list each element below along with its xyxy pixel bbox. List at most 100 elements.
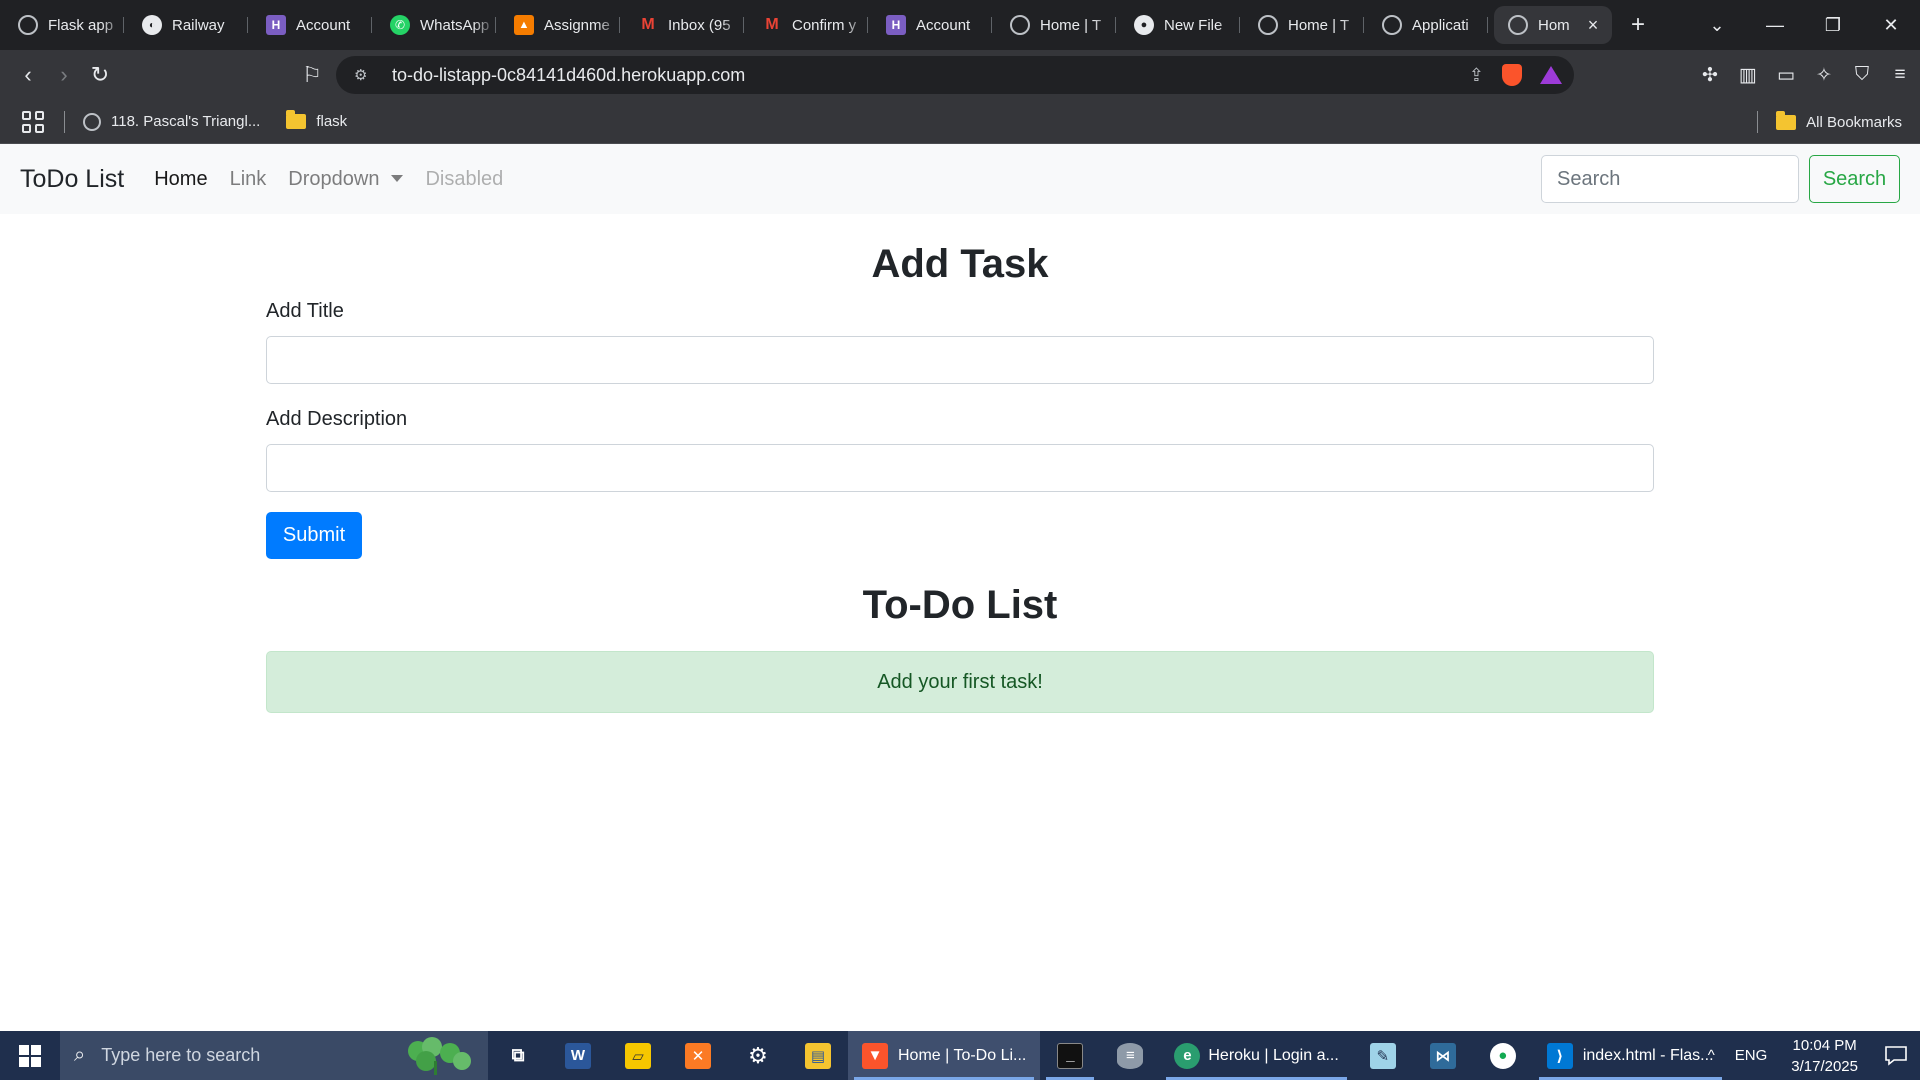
add-task-heading: Add Task bbox=[871, 242, 1049, 286]
sidebar-icon[interactable]: ▥ bbox=[1736, 57, 1760, 93]
mongodb-compass-icon[interactable]: ● bbox=[1473, 1031, 1533, 1080]
share-icon[interactable]: ⇪ bbox=[1469, 65, 1484, 86]
nav-dropdown[interactable]: Dropdown bbox=[288, 167, 404, 191]
browser-tab[interactable]: H Account bbox=[248, 6, 372, 44]
browser-tab[interactable]: Flask app bbox=[0, 6, 124, 44]
reload-icon[interactable]: ↻ bbox=[82, 57, 118, 93]
menu-icon[interactable]: ≡ bbox=[1888, 57, 1912, 93]
url-text: to-do-listapp-0c84141d460d.herokuapp.com bbox=[392, 64, 746, 85]
address-bar-actions: ⇪ bbox=[1469, 56, 1562, 94]
browser-tab-active[interactable]: Hom × bbox=[1494, 6, 1612, 44]
clock-date: 3/17/2025 bbox=[1791, 1057, 1858, 1075]
terminal-icon[interactable]: _ bbox=[1040, 1031, 1100, 1080]
browser-tab[interactable]: ◐ Railway bbox=[124, 6, 248, 44]
browser-tab[interactable]: M Confirm y bbox=[744, 6, 868, 44]
notification-icon[interactable] bbox=[1872, 1045, 1920, 1066]
tab-title: Confirm y bbox=[792, 16, 857, 34]
language-indicator[interactable]: ENG bbox=[1725, 1047, 1778, 1064]
browser-tab[interactable]: Applicati bbox=[1364, 6, 1488, 44]
tab-search-chevron-icon[interactable]: ⌄ bbox=[1688, 0, 1746, 50]
description-input[interactable] bbox=[266, 444, 1654, 492]
title-input[interactable] bbox=[266, 336, 1654, 384]
windows-start-icon[interactable] bbox=[0, 1031, 60, 1080]
word-icon[interactable]: W bbox=[548, 1031, 608, 1080]
submit-button[interactable]: Submit bbox=[266, 512, 362, 559]
gmail-icon: M bbox=[765, 16, 779, 33]
all-bookmarks[interactable]: All Bookmarks bbox=[1747, 100, 1902, 144]
tab-title: New File bbox=[1164, 16, 1223, 34]
tab-title: Flask app bbox=[48, 16, 114, 34]
browser-tab[interactable]: H Account bbox=[868, 6, 992, 44]
empty-list-message: Add your first task! bbox=[877, 670, 1043, 693]
edge-dev-icon: e bbox=[1174, 1042, 1201, 1069]
nav-home-link[interactable]: Home bbox=[154, 168, 207, 191]
browser-tab[interactable]: Home | T bbox=[992, 6, 1116, 44]
tab-title: Inbox (95 bbox=[668, 16, 731, 34]
wallet-icon[interactable]: ▭ bbox=[1774, 57, 1798, 93]
brave-rewards-icon[interactable] bbox=[1540, 66, 1562, 84]
site-settings-icon[interactable]: ⚙ bbox=[354, 66, 372, 84]
brave-icon: ▼ bbox=[862, 1042, 888, 1069]
nav-link[interactable]: Link bbox=[230, 168, 267, 191]
mysql-workbench-icon[interactable]: ⋈ bbox=[1413, 1031, 1473, 1080]
taskbar-item-brave[interactable]: ▼ Home | To-Do Li... bbox=[848, 1031, 1041, 1080]
task-view-icon[interactable]: ⧉ bbox=[488, 1031, 548, 1080]
gmail-icon: M bbox=[641, 16, 655, 33]
database-icon[interactable]: ≡ bbox=[1100, 1031, 1160, 1080]
taskbar-search-box[interactable]: ⌕ Type here to search bbox=[60, 1031, 488, 1080]
close-tab-icon[interactable]: × bbox=[1584, 16, 1602, 34]
brave-shields-icon[interactable] bbox=[1502, 64, 1522, 86]
vscode-icon: ⟩ bbox=[1546, 1042, 1573, 1069]
tab-title: Applicati bbox=[1412, 16, 1469, 34]
tab-title: Home | T bbox=[1288, 16, 1350, 34]
github-icon: ● bbox=[1134, 15, 1154, 35]
sticky-notes-icon[interactable]: ▱ bbox=[608, 1031, 668, 1080]
bookmark-folder-flask[interactable]: flask bbox=[286, 110, 347, 130]
taskbar-item-label: index.html - Flas... bbox=[1582, 1046, 1714, 1064]
navbar-search-input[interactable] bbox=[1541, 155, 1799, 203]
assignment-icon: ▲ bbox=[514, 15, 534, 35]
globe-icon bbox=[83, 112, 101, 131]
file-explorer-icon[interactable]: ▤ bbox=[788, 1031, 848, 1080]
taskbar-item-edge-dev[interactable]: e Heroku | Login a... bbox=[1160, 1031, 1352, 1080]
whatsapp-icon: ✆ bbox=[390, 15, 410, 35]
browser-tab[interactable]: ▲ Assignme bbox=[496, 6, 620, 44]
forward-icon[interactable]: › bbox=[46, 57, 82, 93]
bookmark-page-icon[interactable]: ⚐ bbox=[294, 57, 330, 93]
description-label: Add Description bbox=[266, 408, 408, 430]
tray-chevron-up-icon[interactable]: ^ bbox=[1698, 1047, 1725, 1064]
extension-toolbar: ✣ ▥ ▭ ✧ ⛉ ≡ bbox=[1698, 57, 1912, 93]
close-window-icon[interactable]: ✕ bbox=[1862, 0, 1920, 50]
nav-dropdown-label: Dropdown bbox=[288, 167, 380, 190]
heroku-icon: H bbox=[266, 15, 286, 35]
notepad-icon[interactable]: ✎ bbox=[1353, 1031, 1413, 1080]
restore-icon[interactable]: ❐ bbox=[1804, 0, 1862, 50]
apps-grid-icon[interactable] bbox=[22, 110, 44, 133]
navbar-brand[interactable]: ToDo List bbox=[20, 165, 124, 194]
back-icon[interactable]: ‹ bbox=[10, 57, 46, 93]
new-tab-button[interactable]: + bbox=[1618, 6, 1658, 44]
tab-title: Hom bbox=[1538, 16, 1570, 34]
bookmark-separator bbox=[64, 110, 65, 133]
browser-tab[interactable]: Home | T bbox=[1240, 6, 1364, 44]
vpn-shield-icon[interactable]: ⛉ bbox=[1850, 57, 1874, 93]
bookmark-pascals-triangle[interactable]: 118. Pascal's Triangl... bbox=[83, 112, 260, 131]
minimize-icon[interactable]: — bbox=[1746, 0, 1804, 50]
clock[interactable]: 10:04 PM 3/17/2025 bbox=[1777, 1035, 1872, 1077]
nav-disabled-link: Disabled bbox=[425, 167, 504, 190]
xampp-icon[interactable]: ✕ bbox=[668, 1031, 728, 1080]
browser-tab[interactable]: ✆ WhatsApp bbox=[372, 6, 496, 44]
address-bar[interactable]: ⚙ to-do-listapp-0c84141d460d.herokuapp.c… bbox=[336, 56, 1574, 94]
folder-icon bbox=[286, 110, 307, 129]
todo-list-heading: To-Do List bbox=[862, 583, 1058, 627]
web-page: ToDo List Home Link Dropdown Disabled Se… bbox=[0, 144, 1920, 1031]
search-icon: ⌕ bbox=[74, 1044, 86, 1066]
extensions-puzzle-icon[interactable]: ✣ bbox=[1698, 57, 1722, 93]
globe-icon bbox=[1382, 15, 1402, 35]
settings-gear-icon[interactable]: ⚙ bbox=[728, 1031, 788, 1080]
leo-ai-icon[interactable]: ✧ bbox=[1812, 57, 1836, 93]
browser-tab[interactable]: ● New File bbox=[1116, 6, 1240, 44]
navbar-search-button[interactable]: Search bbox=[1809, 155, 1900, 203]
tab-title: Account bbox=[916, 16, 971, 34]
browser-tab[interactable]: M Inbox (95 bbox=[620, 6, 744, 44]
